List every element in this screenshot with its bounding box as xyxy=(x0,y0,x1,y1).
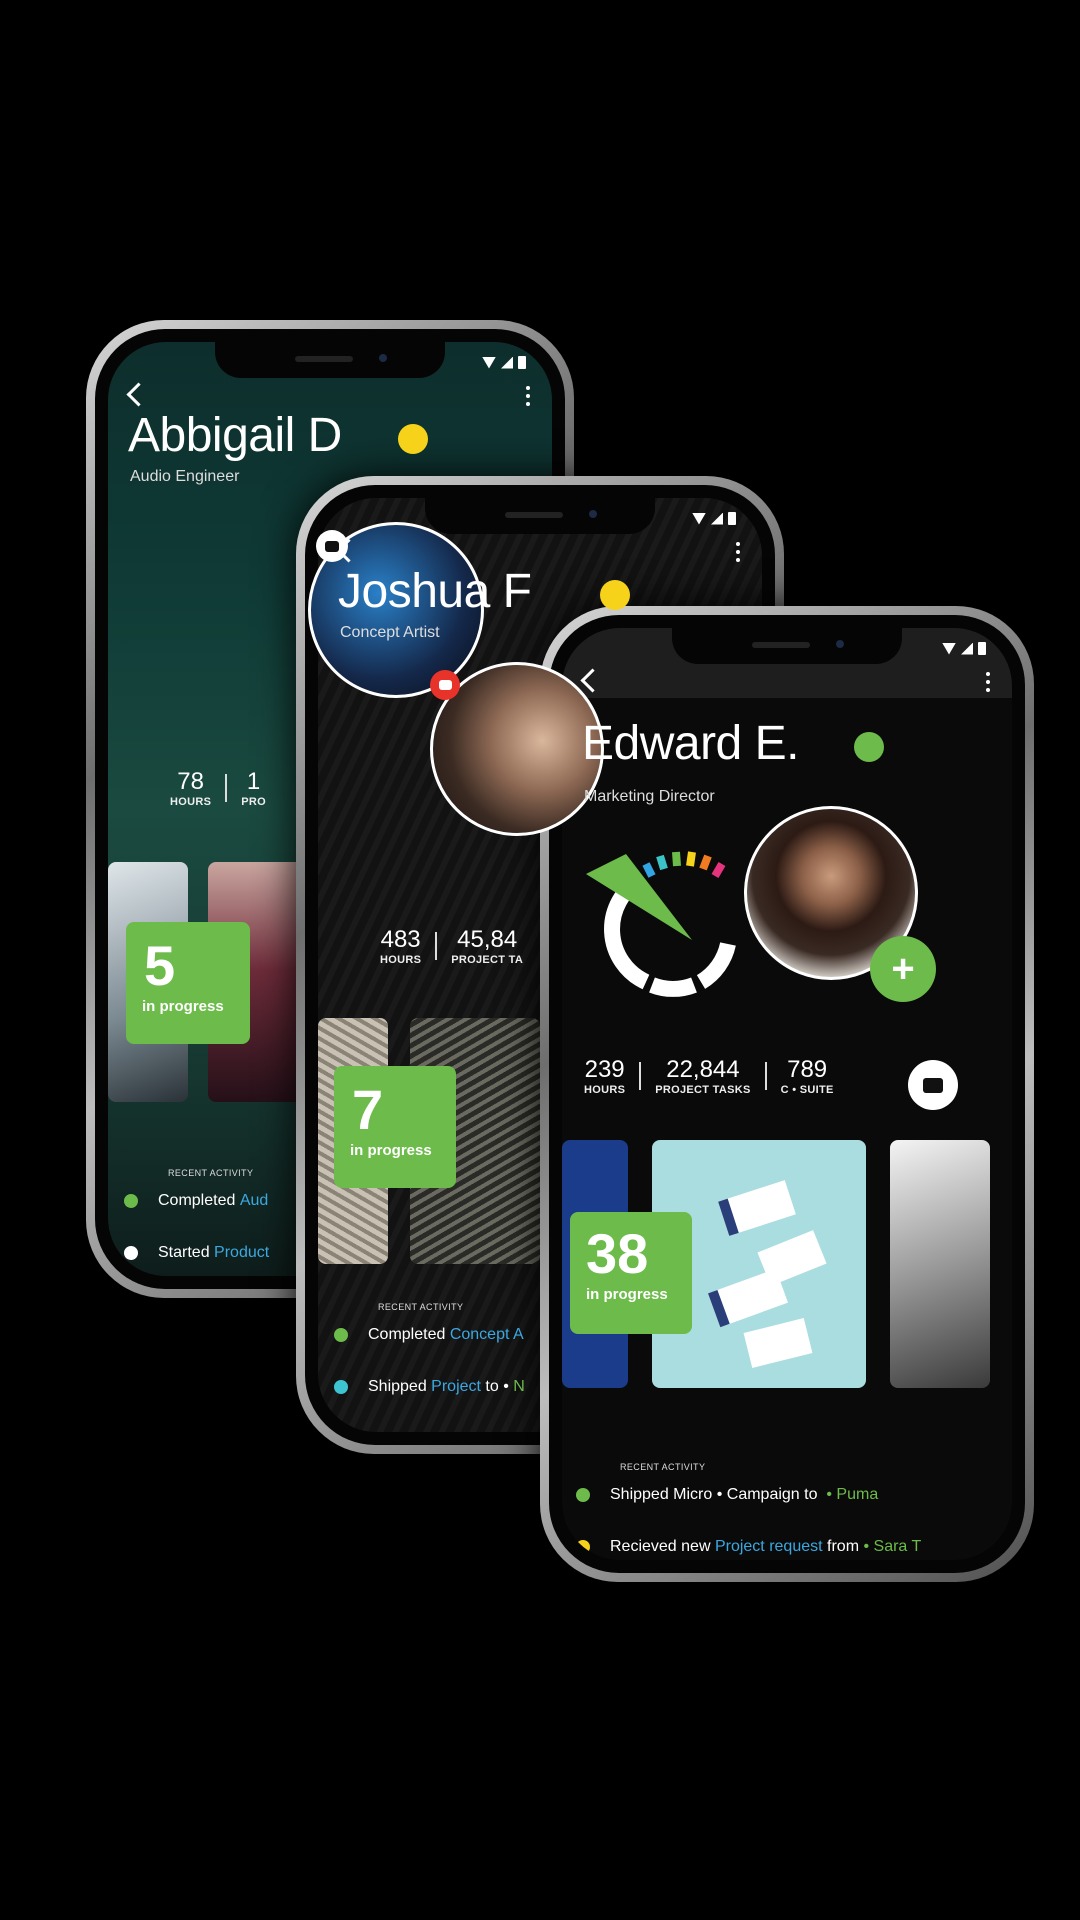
kebab-icon[interactable] xyxy=(526,386,530,406)
profile-name: Edward E. xyxy=(582,717,799,770)
status-bar xyxy=(942,642,986,655)
activity-item[interactable]: Completed Aud xyxy=(124,1192,269,1210)
stats-row: 239 HOURS 22,844 PROJECT TASKS 789 C • SUIT… xyxy=(584,1056,834,1096)
status-dot xyxy=(600,580,630,610)
profile-name: Abbigail D xyxy=(128,409,342,462)
project-card[interactable] xyxy=(890,1140,990,1388)
activity-item[interactable]: Recieved new Project request from • Sara… xyxy=(576,1538,921,1556)
gauge-tick xyxy=(656,854,668,871)
phone-edward: Edward E. Marketing Director + 239 HOURS … xyxy=(540,606,1034,1582)
activity-item[interactable]: Shipped Micro • Campaign to • Puma xyxy=(576,1486,921,1504)
chevron-left-icon[interactable] xyxy=(126,382,151,407)
status-bar xyxy=(482,356,526,369)
activity-gauge xyxy=(586,851,736,997)
recent-activity: RECENT ACTIVITY Completed Concept A Ship… xyxy=(334,1302,525,1396)
gauge-segment xyxy=(649,977,697,997)
profile-role: Marketing Director xyxy=(584,788,715,805)
plus-icon[interactable]: + xyxy=(870,936,936,1002)
activity-item[interactable]: Shipped Project to • N xyxy=(334,1378,525,1396)
gauge-tick xyxy=(686,851,696,867)
gauge-needle xyxy=(586,854,692,940)
gauge-tick xyxy=(642,862,656,878)
status-dot xyxy=(854,732,884,762)
gauge-tick xyxy=(711,861,726,879)
recent-activity: RECENT ACTIVITY Shipped Micro • Campaign… xyxy=(576,1462,921,1556)
profile-role: Audio Engineer xyxy=(130,468,240,485)
profile-role: Concept Artist xyxy=(340,624,440,641)
in-progress-badge[interactable]: 7 in progress xyxy=(334,1066,456,1188)
gauge-tick xyxy=(672,851,681,867)
profile-name: Joshua F xyxy=(338,565,532,618)
kebab-icon[interactable] xyxy=(736,542,740,562)
stats-row: 78 HOURS 1 PRO xyxy=(170,768,266,808)
chat-bubble-icon[interactable] xyxy=(316,530,348,562)
activity-item[interactable]: Started Product xyxy=(124,1244,269,1262)
status-bar xyxy=(692,512,736,525)
activity-item[interactable]: Completed Concept A xyxy=(334,1326,525,1344)
in-progress-badge[interactable]: 38 in progress xyxy=(570,1212,692,1334)
in-progress-badge[interactable]: 5 in progress xyxy=(126,922,250,1044)
chat-bubble-icon[interactable] xyxy=(430,670,460,700)
recent-activity: RECENT ACTIVITY Completed Aud Started Pr… xyxy=(124,1168,269,1262)
status-dot xyxy=(398,424,428,454)
kebab-icon[interactable] xyxy=(986,672,990,692)
gauge-segment xyxy=(696,942,736,989)
stats-row: 483 HOURS 45,84 PROJECT TA xyxy=(380,926,524,966)
gauge-tick xyxy=(699,854,712,871)
chat-bubble-icon[interactable] xyxy=(908,1060,958,1110)
